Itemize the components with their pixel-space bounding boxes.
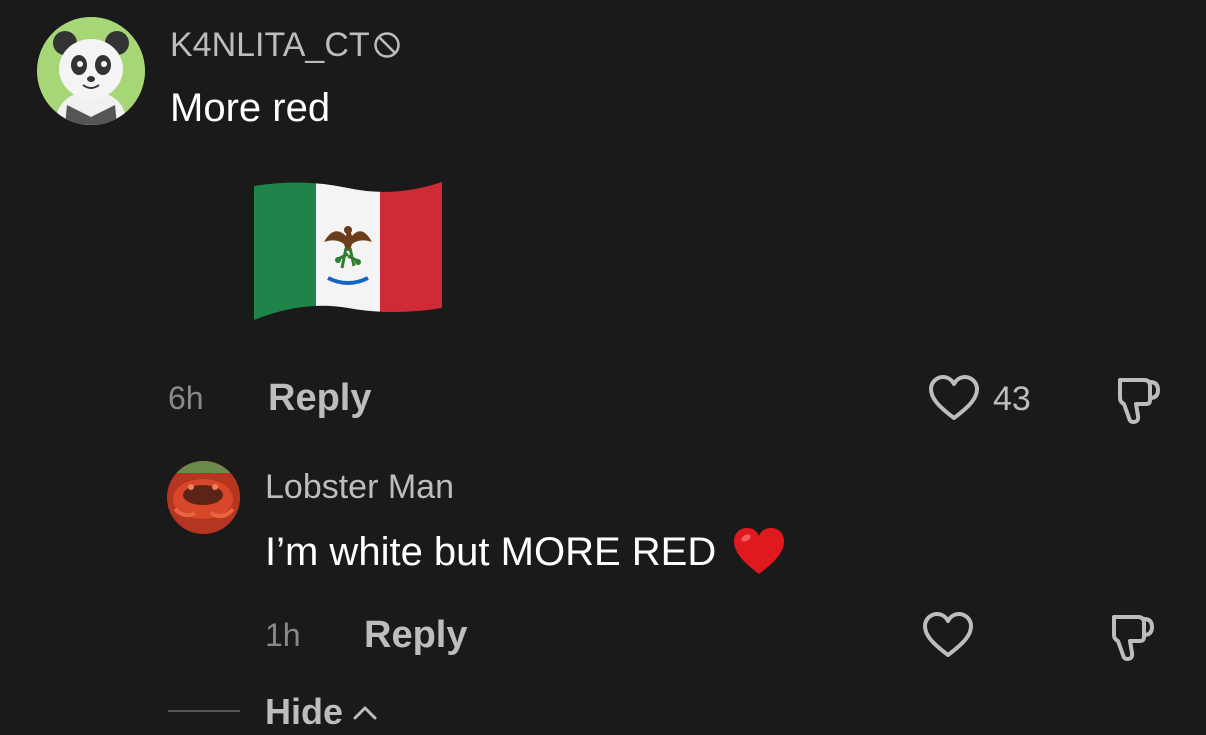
dislike-button[interactable]	[1106, 374, 1162, 426]
divider-line	[168, 710, 240, 712]
comment-text: I’m white but MORE RED	[265, 530, 717, 574]
chevron-up-icon	[353, 706, 377, 720]
username[interactable]: K4NLITA_CT	[170, 28, 370, 62]
reply-button[interactable]: Reply	[364, 616, 467, 654]
like-button[interactable]	[928, 374, 980, 422]
lobster-avatar-icon	[167, 461, 240, 534]
like-count: 43	[993, 380, 1031, 418]
thumbs-down-icon	[1118, 378, 1161, 424]
hide-label: Hide	[265, 691, 344, 732]
panda-avatar-icon	[37, 17, 145, 125]
hide-replies-button[interactable]: Hide	[265, 694, 379, 730]
blocked-icon	[373, 32, 400, 58]
red-heart-emoji-icon	[734, 528, 785, 574]
dislike-button[interactable]	[1100, 611, 1156, 663]
like-button[interactable]	[922, 611, 974, 659]
username-row: K4NLITA_CT	[170, 28, 402, 62]
comment-text-row: I’m white but MORE RED	[265, 528, 786, 576]
comment-timestamp: 1h	[265, 617, 301, 653]
avatar[interactable]	[167, 461, 240, 534]
reply-button[interactable]: Reply	[268, 379, 371, 417]
thumbs-down-icon	[1112, 615, 1155, 661]
comment-text: More red	[170, 86, 331, 130]
mexico-flag-icon	[254, 182, 442, 320]
comment-timestamp: 6h	[168, 380, 204, 416]
mexico-flag-sticker	[252, 180, 444, 322]
username[interactable]: Lobster Man	[265, 470, 454, 504]
heart-outline-icon	[923, 612, 973, 657]
avatar[interactable]	[37, 17, 145, 125]
heart-outline-icon	[929, 375, 979, 420]
